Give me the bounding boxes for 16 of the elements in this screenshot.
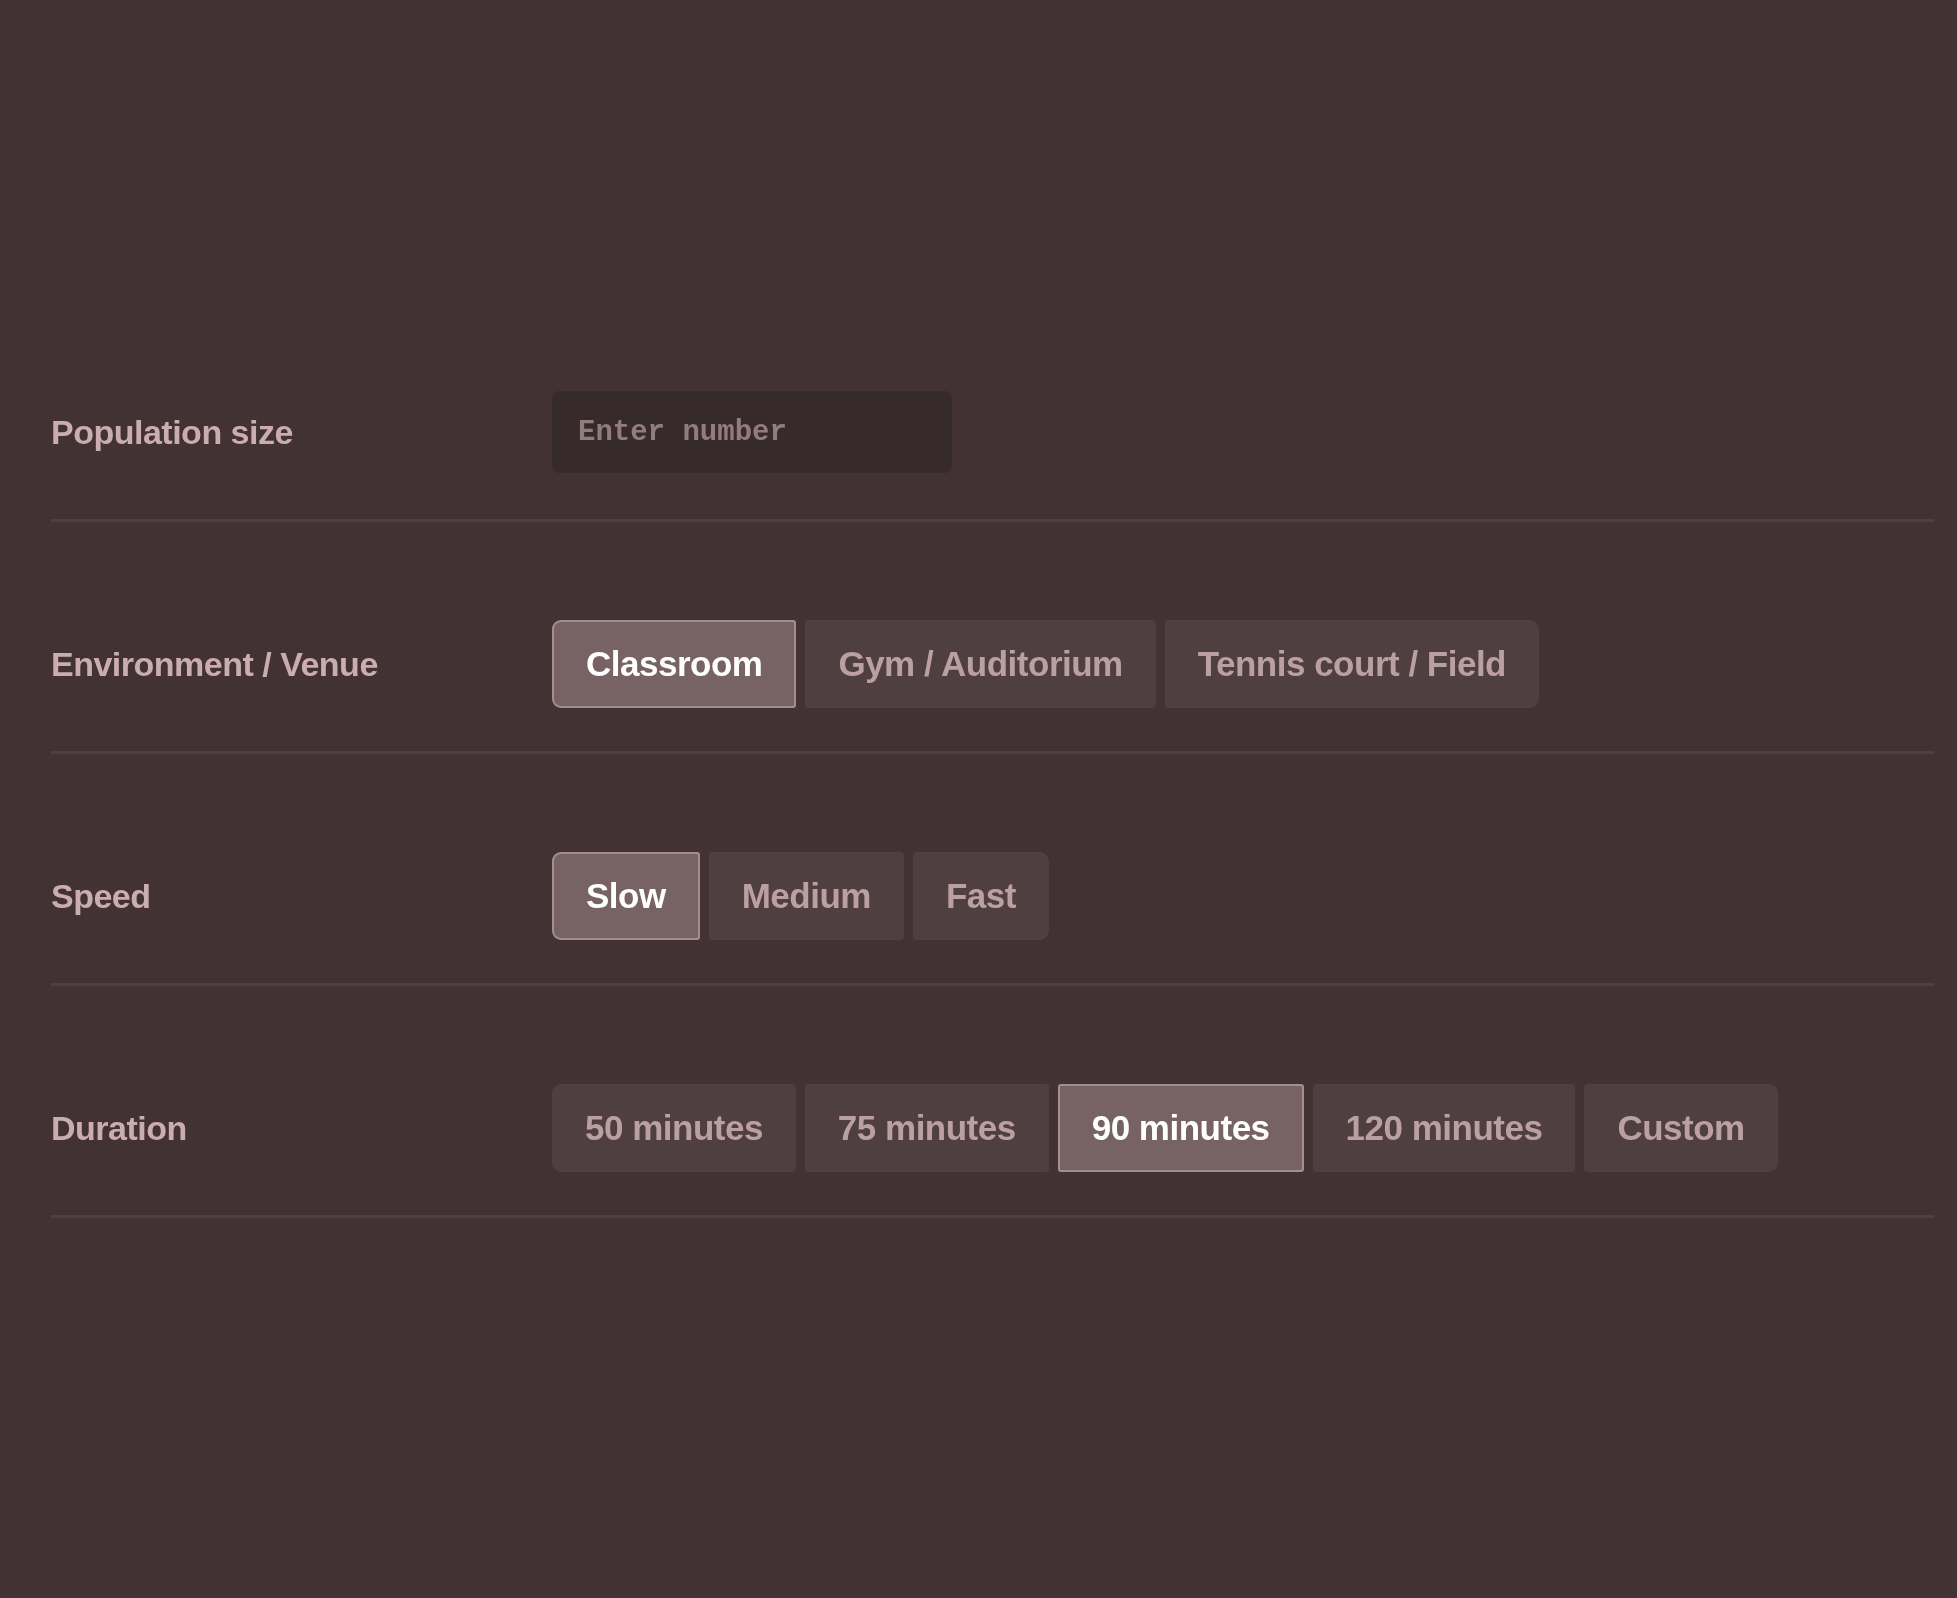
- option-button[interactable]: Tennis court / Field: [1164, 620, 1539, 708]
- option-button[interactable]: 120 minutes: [1312, 1084, 1576, 1172]
- option-button[interactable]: Medium: [708, 852, 904, 940]
- option-button[interactable]: 50 minutes: [552, 1084, 796, 1172]
- number-input-field[interactable]: Enter number: [552, 391, 952, 473]
- option-button[interactable]: Slow: [552, 852, 700, 940]
- field-label: Speed: [51, 876, 152, 916]
- option-button[interactable]: 90 minutes: [1057, 1084, 1304, 1172]
- field-label: Environment / Venue: [51, 644, 379, 684]
- option-button[interactable]: Classroom: [552, 620, 797, 708]
- option-button[interactable]: 75 minutes: [804, 1084, 1049, 1172]
- option-button[interactable]: Gym / Auditorium: [805, 620, 1156, 708]
- option-button[interactable]: Fast: [912, 852, 1049, 940]
- field-label: Population size: [51, 412, 294, 452]
- field-label: Duration: [51, 1108, 188, 1148]
- option-button[interactable]: Custom: [1584, 1084, 1778, 1172]
